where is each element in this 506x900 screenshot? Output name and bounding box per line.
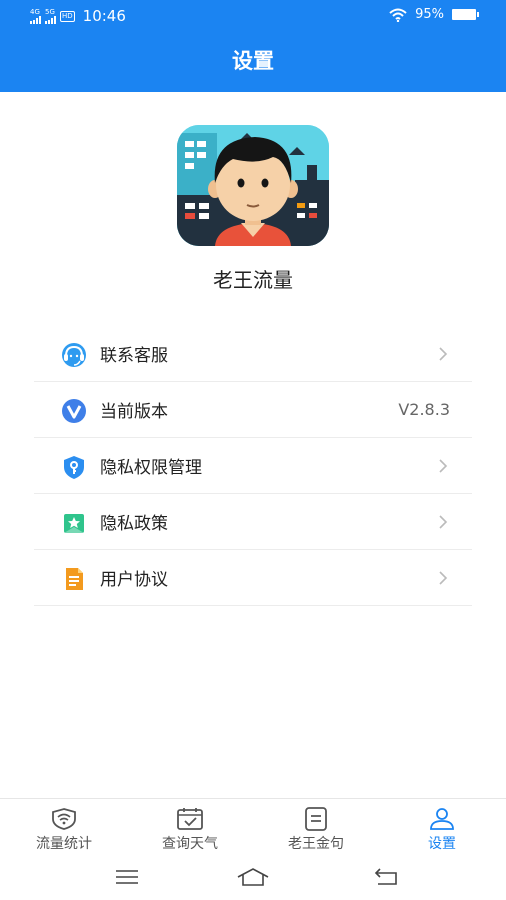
signal-bars-icon (30, 15, 41, 24)
network-4g-label: 4G (30, 7, 40, 16)
menu-item-privacy-policy[interactable]: 隐私政策 (34, 494, 472, 550)
note-icon (305, 807, 327, 831)
tab-label: 设置 (428, 836, 456, 852)
tab-weather[interactable]: 查询天气 (140, 807, 240, 853)
tab-traffic-stats[interactable]: 流量统计 (14, 807, 114, 853)
tab-quotes[interactable]: 老王金句 (266, 807, 366, 853)
wifi-shield-icon (52, 808, 76, 830)
version-icon (62, 399, 86, 423)
menu-item-privacy-permissions[interactable]: 隐私权限管理 (34, 438, 472, 494)
menu-icon[interactable] (114, 867, 140, 887)
menu-item-label: 隐私政策 (100, 514, 168, 534)
system-nav-bar (0, 858, 506, 900)
bottom-nav: 流量统计 查询天气 老王金句 设置 (0, 798, 506, 858)
bookmark-star-icon (64, 514, 84, 533)
privacy-shield-icon (64, 456, 84, 479)
tab-label: 流量统计 (36, 836, 92, 852)
status-bar: 4G 5G HD 10:46 95% (0, 0, 506, 32)
customer-service-icon (62, 343, 86, 367)
back-icon[interactable] (372, 867, 400, 887)
menu-item-current-version[interactable]: 当前版本 V2.8.3 (34, 382, 472, 438)
tab-label: 查询天气 (162, 836, 218, 852)
app-name: 老王流量 (213, 268, 293, 292)
menu-item-label: 隐私权限管理 (100, 458, 202, 478)
menu-item-contact-support[interactable]: 联系客服 (34, 326, 472, 382)
settings-menu: 联系客服 当前版本 V2.8.3 隐私权限管理 隐私政策 用户协议 (34, 326, 472, 606)
avatar-illustration-icon (177, 125, 329, 246)
battery-percent: 95% (415, 7, 444, 22)
wifi-icon (389, 8, 407, 22)
document-icon (66, 568, 83, 590)
app-logo (177, 125, 329, 246)
network-4g-indicator: 4G (30, 7, 41, 24)
menu-item-label: 联系客服 (100, 346, 168, 366)
battery-icon (452, 9, 479, 20)
version-value: V2.8.3 (398, 400, 450, 419)
menu-item-user-agreement[interactable]: 用户协议 (34, 550, 472, 606)
chevron-right-icon (439, 571, 448, 585)
signal-bars-icon (45, 15, 56, 24)
chevron-right-icon (439, 347, 448, 361)
calendar-check-icon (177, 808, 203, 830)
page-title: 设置 (0, 32, 506, 92)
chevron-right-icon (439, 515, 448, 529)
home-icon[interactable] (236, 867, 270, 887)
network-5g-label: 5G (45, 7, 55, 16)
tab-label: 老王金句 (288, 836, 344, 852)
menu-item-label: 当前版本 (100, 402, 168, 422)
hd-badge: HD (60, 10, 75, 22)
user-icon (430, 808, 454, 830)
clock: 10:46 (82, 7, 126, 25)
chevron-right-icon (439, 459, 448, 473)
menu-item-label: 用户协议 (100, 570, 168, 590)
network-5g-indicator: 5G (45, 7, 56, 24)
tab-settings[interactable]: 设置 (392, 807, 492, 853)
